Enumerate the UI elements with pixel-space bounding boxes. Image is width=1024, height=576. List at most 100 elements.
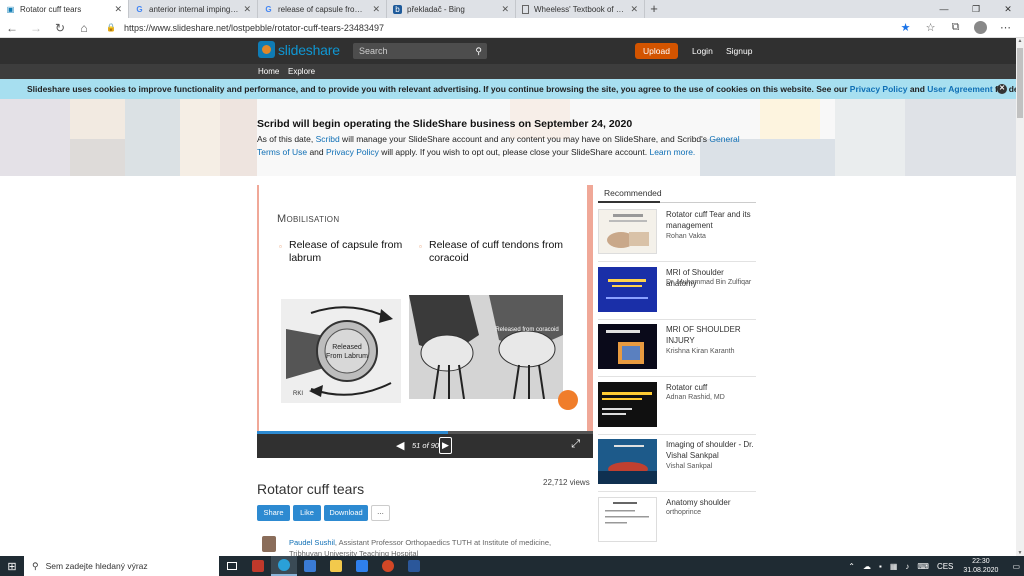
recommended-title[interactable]: MRI OF SHOULDER INJURY [666, 324, 756, 346]
recommended-thumbnail [598, 324, 657, 369]
privacy-policy-link[interactable]: Privacy Policy [850, 84, 908, 94]
recommended-title[interactable]: Imaging of shoulder - Dr. Vishal Sankpal [666, 439, 756, 461]
recommended-item[interactable]: Rotator cuff Tear and its management Roh… [598, 209, 756, 265]
next-slide-icon[interactable]: ▶ [439, 437, 452, 454]
recommended-item[interactable]: MRI of Shoulder anatomy Dr. Muhammad Bin… [598, 267, 756, 323]
browser-tab-1[interactable]: G anterior internal impingement ✕ [129, 0, 258, 18]
volume-icon[interactable]: ♪ [905, 562, 909, 571]
mail-icon[interactable] [349, 556, 375, 576]
task-view-icon[interactable] [219, 556, 245, 576]
scrollbar-thumb[interactable] [1017, 48, 1023, 118]
recommended-thumbnail [598, 267, 657, 312]
back-icon[interactable]: ← [0, 18, 24, 38]
search-icon[interactable]: ⚲ [475, 43, 482, 59]
user-agreement-link[interactable]: User Agreement [927, 84, 992, 94]
download-button[interactable]: Download [324, 505, 368, 521]
minimize-icon[interactable]: — [928, 0, 960, 18]
slide-viewer: Mobilisation ▫ Release of capsule from l… [257, 185, 593, 458]
recommended-item[interactable]: Imaging of shoulder - Dr. Vishal Sankpal… [598, 439, 756, 495]
notifications-icon[interactable]: ▭ [1012, 562, 1020, 571]
recommended-header: Recommended [598, 185, 756, 203]
forward-icon[interactable]: → [24, 18, 48, 38]
slide-bullet-2: ▫ Release of cuff tendons from coracoid [419, 239, 579, 265]
new-tab-button[interactable]: + [645, 0, 663, 18]
maximize-icon[interactable]: ❐ [960, 0, 992, 18]
signup-link[interactable]: Signup [726, 46, 752, 56]
page-scrollbar[interactable]: ▲ ▼ [1016, 38, 1024, 556]
scroll-up-icon[interactable]: ▲ [1016, 38, 1024, 44]
share-button[interactable]: Share [257, 505, 290, 521]
clock[interactable]: 22:30 31.08.2020 [963, 557, 998, 575]
nav-explore[interactable]: Explore [288, 67, 315, 76]
browser-tab-4[interactable]: Wheeless' Textbook of Orthopaedics ✕ [516, 0, 645, 18]
word-icon[interactable] [401, 556, 427, 576]
cloud-icon[interactable]: ☁ [863, 562, 871, 571]
scribd-link[interactable]: Scribd [316, 134, 340, 144]
close-icon[interactable]: ✕ [114, 4, 122, 15]
recommended-item[interactable]: Anatomy shoulder orthoprince [598, 497, 756, 553]
google-icon: G [136, 4, 143, 14]
windows-start-icon[interactable]: ⊞ [0, 560, 24, 573]
home-icon[interactable]: ⌂ [72, 18, 96, 38]
img1-signature: RKI [293, 391, 303, 397]
profile-avatar-icon[interactable] [974, 21, 987, 34]
fullscreen-icon[interactable]: ⤢ [571, 438, 580, 451]
search-input[interactable]: Search ⚲ [353, 43, 487, 59]
powerpoint-icon[interactable] [375, 556, 401, 576]
like-button[interactable]: Like [293, 505, 321, 521]
close-window-icon[interactable]: ✕ [992, 0, 1024, 18]
player-controls: ◀ 51 of 90 ▶ ⤢ [257, 434, 593, 458]
recommended-title[interactable]: Anatomy shoulder [666, 497, 756, 508]
url-field[interactable]: 🔒 https://www.slideshare.net/lostpebble/… [106, 23, 893, 33]
search-placeholder: Search [359, 46, 388, 56]
menu-dots-icon[interactable]: ⋯ [993, 21, 1018, 34]
bookmark-star-icon[interactable]: ★ [893, 21, 918, 34]
banner-text-part: will apply. If you wish to opt out, plea… [378, 146, 650, 157]
network-icon[interactable]: ▦ [890, 562, 898, 571]
reload-icon[interactable]: ↻ [48, 18, 72, 38]
banner-privacy-link[interactable]: Privacy Policy [326, 147, 379, 157]
recommended-title[interactable]: Rotator cuff [666, 382, 756, 393]
chevron-up-icon[interactable]: ⌃ [848, 562, 855, 571]
taskbar-search[interactable]: ⚲ Sem zadejte hledaný výraz [24, 556, 219, 576]
close-icon[interactable]: ✕ [997, 84, 1007, 94]
browser-tab-bar: ▣ Rotator cuff tears ✕ G anterior intern… [0, 0, 1024, 18]
recommended-title[interactable]: Rotator cuff Tear and its management [666, 209, 756, 231]
browser-tab-3[interactable]: b překladač - Bing ✕ [387, 0, 516, 18]
author-name-link[interactable]: Paudel Sushil [289, 538, 335, 547]
file-explorer-icon[interactable] [323, 556, 349, 576]
store-icon[interactable] [297, 556, 323, 576]
camera-icon[interactable]: ▪ [879, 562, 882, 571]
edge-browser-icon[interactable] [271, 556, 297, 576]
nav-home[interactable]: Home [258, 67, 279, 76]
slide[interactable]: Mobilisation ▫ Release of capsule from l… [257, 185, 593, 431]
taskbar: ⊞ ⚲ Sem zadejte hledaný výraz ⌃ ☁ ▪ ▦ ♪ … [0, 556, 1024, 576]
cookie-text: Slideshare uses cookies to improve funct… [27, 84, 850, 94]
slide-decoration-circle [558, 390, 578, 410]
login-link[interactable]: Login [692, 46, 713, 56]
more-options-button[interactable]: ... [371, 505, 390, 521]
close-icon[interactable]: ✕ [501, 4, 509, 15]
learn-more-link[interactable]: Learn more. [649, 147, 695, 157]
upload-button[interactable]: Upload [635, 43, 678, 59]
recommended-thumbnail [598, 382, 657, 427]
close-icon[interactable]: ✕ [630, 4, 638, 15]
slideshare-logo[interactable]: slideshare [258, 41, 340, 58]
recommended-item[interactable]: Rotator cuff Adnan Rashid, MD [598, 382, 756, 438]
browser-tab-0[interactable]: ▣ Rotator cuff tears ✕ [0, 0, 129, 18]
favorites-icon[interactable]: ☆ [918, 21, 943, 34]
browser-tab-2[interactable]: G release of capsule from labrum ✕ [258, 0, 387, 18]
tab-title: překladač - Bing [407, 4, 465, 14]
collections-icon[interactable]: ⧉ [943, 21, 968, 34]
close-icon[interactable]: ✕ [372, 4, 380, 15]
close-icon[interactable]: ✕ [243, 4, 251, 15]
app-red-icon[interactable] [245, 556, 271, 576]
recommended-item[interactable]: MRI OF SHOULDER INJURY Krishna Kiran Kar… [598, 324, 756, 380]
recommended-thumbnail [598, 439, 657, 484]
recommended-author: orthoprince [666, 509, 702, 516]
previous-slide-icon[interactable]: ◀ [396, 439, 404, 452]
google-icon: G [265, 4, 272, 14]
author-avatar[interactable] [262, 536, 276, 552]
keyboard-icon[interactable]: ⌨ [917, 562, 929, 571]
language-indicator[interactable]: CES [937, 562, 953, 571]
